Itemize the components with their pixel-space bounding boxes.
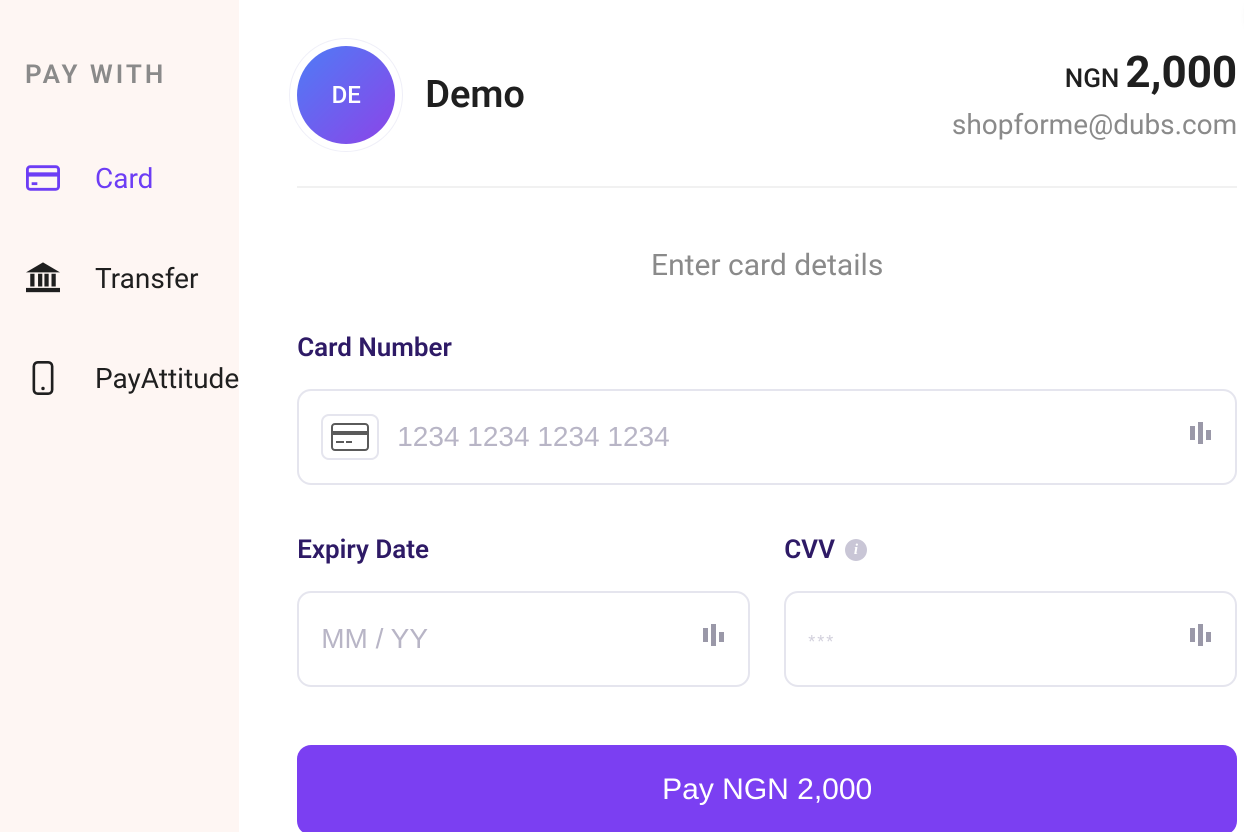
cvv-input[interactable] — [808, 623, 1169, 655]
sidebar-item-label: Card — [95, 162, 153, 195]
amount-value: 2,000 — [1125, 46, 1237, 98]
secure-icon — [700, 624, 726, 654]
sidebar-title: PAY WITH — [25, 60, 239, 90]
customer-email: shopforme@dubs.com — [952, 108, 1237, 141]
avatar-ring — [289, 38, 403, 152]
sidebar-item-payattitude[interactable]: PayAttitude — [25, 360, 239, 396]
sidebar-item-label: PayAttitude — [95, 362, 239, 395]
checkout-header: DE Demo NGN 2,000 shopforme@dubs.com — [297, 46, 1237, 144]
cvv-label-row: CVV i — [784, 535, 1237, 565]
expiry-field: Expiry Date — [297, 535, 750, 687]
info-icon[interactable]: i — [845, 539, 867, 561]
phone-icon — [25, 360, 61, 396]
expiry-label: Expiry Date — [297, 535, 750, 565]
card-number-field: Card Number — [297, 333, 1237, 485]
merchant-avatar: DE — [297, 46, 395, 144]
merchant-block: DE Demo — [297, 46, 525, 144]
secure-icon — [1187, 624, 1213, 654]
amount-block: NGN 2,000 shopforme@dubs.com — [952, 46, 1237, 141]
bank-icon — [25, 260, 61, 296]
expiry-input[interactable] — [321, 623, 682, 655]
cvv-label: CVV — [784, 535, 835, 565]
secure-icon — [1187, 422, 1213, 452]
sidebar-item-transfer[interactable]: Transfer — [25, 260, 239, 296]
card-number-input[interactable] — [397, 421, 1169, 453]
amount-currency: NGN — [1065, 64, 1120, 94]
checkout-main: DE Demo NGN 2,000 shopforme@dubs.com Ent… — [239, 0, 1244, 832]
card-number-input-wrap[interactable] — [297, 389, 1237, 485]
cvv-field: CVV i — [784, 535, 1237, 687]
pay-with-sidebar: PAY WITH Card — [0, 0, 239, 832]
card-icon — [25, 160, 61, 196]
sidebar-items: Card Transfer — [25, 160, 239, 396]
cvv-input-wrap[interactable] — [784, 591, 1237, 687]
header-divider — [297, 186, 1237, 188]
sidebar-item-label: Transfer — [95, 262, 199, 295]
pay-button[interactable]: Pay NGN 2,000 — [297, 745, 1237, 832]
sidebar-item-card[interactable]: Card — [25, 160, 239, 196]
merchant-name: Demo — [425, 73, 525, 117]
card-front-icon — [321, 414, 379, 460]
expiry-input-wrap[interactable] — [297, 591, 750, 687]
card-number-label: Card Number — [297, 333, 1237, 363]
form-title: Enter card details — [297, 248, 1237, 283]
